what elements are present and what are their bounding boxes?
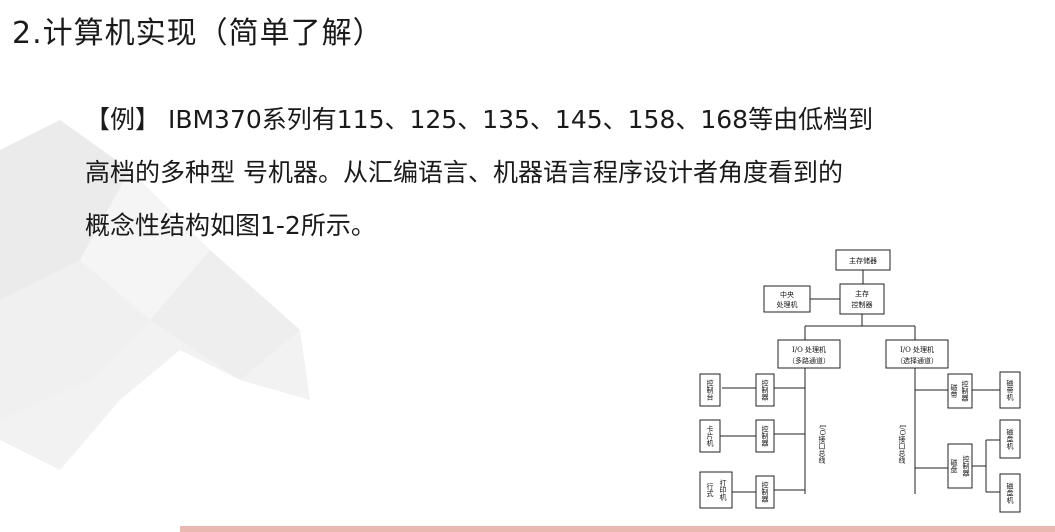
ibm370-structure-diagram: 主存储器 主存 控制器 中央 处理机 I/O 处理机 （多路通道） I/O 处理… [699,249,1021,513]
printer-box [699,471,733,509]
io-sel-label-2: （选择通道） [896,356,938,365]
printer-label: 打印机 [719,479,727,502]
memory-controller-box [839,283,885,315]
bottom-accent-bar [180,526,1055,532]
console-label: 控制台 [706,379,714,402]
printer-prefix-label: 行式 [706,482,714,497]
io-bus-left-label: I/O接口总线 [818,425,826,464]
tape-ctrl-label: 控制器 [961,380,969,403]
paragraph-line-1: 【例】 IBM370系列有115、125、135、145、158、168等由低档… [85,105,874,134]
io-mux-label-2: （多路通道） [788,356,830,365]
tape-ctrl-prefix: 磁带 [950,383,958,399]
mem-ctrl-label-2: 控制器 [852,300,873,309]
card-reader-label: 卡片机 [706,425,714,448]
io-mux-label-1: I/O 处理机 [792,345,826,354]
disk-drive-2-label: 磁盘机 [1006,482,1014,505]
mem-ctrl-label-1: 主存 [855,289,869,298]
example-paragraph: 【例】 IBM370系列有115、125、135、145、158、168等由低档… [85,93,1050,252]
tape-drive-label: 磁带机 [1006,379,1014,402]
io-bus-right-label: I/O接口总线 [898,425,906,464]
page-title: 2.计算机实现（简单了解） [12,16,384,51]
disk-ctrl-label: 控制器 [962,455,970,478]
controller-1-label: 控制器 [761,379,769,402]
paragraph-line-2: 高档的多种型 号机器。从汇编语言、机器语言程序设计者角度看到的 [85,158,843,187]
main-memory-label: 主存储器 [849,256,877,265]
io-sel-label-1: I/O 处理机 [900,345,934,354]
controller-3-label: 控制器 [761,481,769,504]
cpu-label-1: 中央 [780,290,794,299]
disk-ctrl-prefix: 磁盘 [950,458,958,473]
disk-drive-1-label: 磁盘机 [1006,428,1014,451]
controller-2-label: 控制器 [761,425,769,448]
cpu-label-2: 处理机 [777,300,798,309]
